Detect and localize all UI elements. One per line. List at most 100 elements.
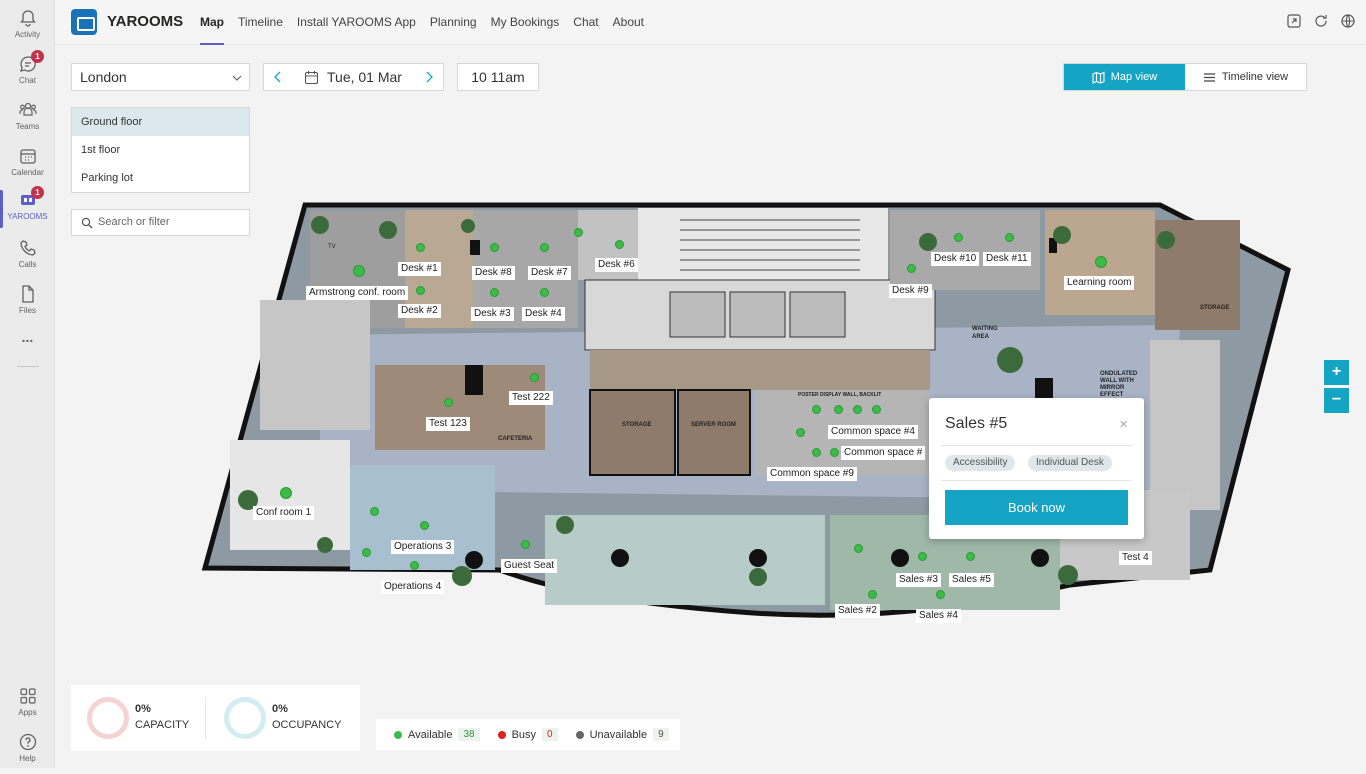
- floor-item-ground[interactable]: Ground floor: [72, 108, 249, 136]
- space-label[interactable]: Desk #9: [889, 284, 932, 298]
- space-label[interactable]: Sales #5: [949, 573, 994, 587]
- space-dot[interactable]: [868, 590, 877, 599]
- legend-count: 38: [458, 728, 480, 741]
- space-dot[interactable]: [1005, 233, 1014, 242]
- capacity-value: 0%: [135, 703, 151, 715]
- rail-apps[interactable]: Apps: [0, 682, 55, 728]
- timeline-view-button[interactable]: Timeline view: [1185, 64, 1306, 90]
- tab-about[interactable]: About: [606, 0, 651, 45]
- space-label[interactable]: Desk #8: [472, 266, 515, 280]
- space-dot[interactable]: [521, 540, 530, 549]
- space-dot[interactable]: [410, 561, 419, 570]
- space-dot[interactable]: [966, 552, 975, 561]
- popout-icon[interactable]: [1286, 13, 1302, 29]
- space-dot[interactable]: [530, 373, 539, 382]
- refresh-icon[interactable]: [1313, 13, 1329, 29]
- space-dot[interactable]: [280, 487, 292, 499]
- space-dot[interactable]: [872, 405, 881, 414]
- space-dot[interactable]: [830, 448, 839, 457]
- space-label[interactable]: Test 222: [509, 391, 553, 405]
- space-label[interactable]: Test 123: [426, 417, 470, 431]
- tab-install-app[interactable]: Install YAROOMS App: [290, 0, 423, 45]
- space-label[interactable]: Desk #11: [983, 252, 1031, 266]
- space-dot[interactable]: [574, 228, 583, 237]
- space-label[interactable]: Common space #: [841, 446, 926, 460]
- space-label[interactable]: Desk #7: [528, 266, 571, 280]
- space-dot[interactable]: [540, 288, 549, 297]
- space-label[interactable]: Test 4: [1119, 551, 1152, 565]
- book-now-button[interactable]: Book now: [945, 490, 1128, 525]
- space-label[interactable]: Operations 3: [391, 540, 455, 554]
- zoom-out-button[interactable]: −: [1324, 388, 1349, 413]
- space-dot[interactable]: [954, 233, 963, 242]
- legend-busy: Busy 0: [497, 728, 558, 741]
- space-dot[interactable]: [918, 552, 927, 561]
- rail-help[interactable]: Help: [0, 728, 55, 774]
- chevron-left-icon[interactable]: [271, 70, 285, 84]
- space-label[interactable]: Conf room 1: [253, 506, 315, 520]
- rail-yarooms[interactable]: YAROOMS 1: [0, 186, 55, 232]
- space-dot[interactable]: [615, 240, 624, 249]
- space-label[interactable]: Common space #9: [767, 467, 857, 481]
- time-select[interactable]: 10 11am: [457, 63, 539, 91]
- space-label[interactable]: Desk #1: [398, 262, 441, 276]
- rail-chat[interactable]: Chat 1: [0, 50, 55, 96]
- rail-calendar[interactable]: Calendar: [0, 142, 55, 188]
- space-dot[interactable]: [812, 405, 821, 414]
- rail-files[interactable]: Files: [0, 280, 55, 326]
- date-picker[interactable]: Tue, 01 Mar: [263, 63, 444, 91]
- rail-activity[interactable]: Activity: [0, 4, 55, 50]
- tab-my-bookings[interactable]: My Bookings: [484, 0, 567, 45]
- space-dot[interactable]: [1095, 256, 1107, 268]
- space-label[interactable]: Desk #2: [398, 304, 441, 318]
- space-dot[interactable]: [936, 590, 945, 599]
- space-dot[interactable]: [490, 243, 499, 252]
- space-dot[interactable]: [353, 265, 365, 277]
- space-label[interactable]: Guest Seat: [501, 559, 558, 573]
- space-label[interactable]: Desk #3: [471, 307, 514, 321]
- rail-label: Apps: [18, 708, 37, 717]
- location-select[interactable]: London: [71, 63, 250, 91]
- tab-map[interactable]: Map: [193, 0, 231, 45]
- space-label[interactable]: Armstrong conf. room: [306, 286, 409, 300]
- globe-icon[interactable]: [1340, 13, 1356, 29]
- chevron-right-icon[interactable]: [422, 70, 436, 84]
- space-label[interactable]: Desk #10: [931, 252, 980, 266]
- app-name: YAROOMS: [107, 13, 184, 30]
- space-dot[interactable]: [416, 243, 425, 252]
- space-dot[interactable]: [490, 288, 499, 297]
- legend-count: 9: [653, 728, 669, 741]
- tab-chat[interactable]: Chat: [566, 0, 605, 45]
- space-label[interactable]: Common space #4: [828, 425, 918, 439]
- space-label[interactable]: Sales #3: [896, 573, 941, 587]
- space-dot[interactable]: [834, 405, 843, 414]
- space-dot[interactable]: [907, 264, 916, 273]
- space-dot[interactable]: [362, 548, 371, 557]
- space-label[interactable]: Sales #2: [835, 604, 880, 618]
- rail-teams[interactable]: Teams: [0, 96, 55, 142]
- space-dot[interactable]: [796, 428, 805, 437]
- space-label[interactable]: Operations 4: [381, 580, 445, 594]
- space-label[interactable]: Desk #6: [595, 258, 638, 272]
- space-dot[interactable]: [854, 544, 863, 553]
- floor-item-parking[interactable]: Parking lot: [72, 164, 249, 192]
- phone-icon: [19, 240, 36, 256]
- space-dot[interactable]: [444, 398, 453, 407]
- tab-planning[interactable]: Planning: [423, 0, 484, 45]
- space-label[interactable]: Desk #4: [522, 307, 565, 321]
- legend-label: Available: [408, 728, 453, 741]
- space-label[interactable]: Learning room: [1064, 276, 1135, 290]
- floor-item-1st[interactable]: 1st floor: [72, 136, 249, 164]
- space-dot[interactable]: [540, 243, 549, 252]
- space-dot[interactable]: [370, 507, 379, 516]
- space-dot[interactable]: [812, 448, 821, 457]
- space-dot[interactable]: [853, 405, 862, 414]
- close-icon[interactable]: ×: [1119, 417, 1128, 432]
- space-label[interactable]: Sales #4: [916, 609, 961, 623]
- tab-timeline[interactable]: Timeline: [231, 0, 290, 45]
- map-view-button[interactable]: Map view: [1064, 64, 1185, 90]
- space-dot[interactable]: [420, 521, 429, 530]
- zoom-in-button[interactable]: +: [1324, 360, 1349, 385]
- rail-calls[interactable]: Calls: [0, 234, 55, 280]
- space-dot[interactable]: [416, 286, 425, 295]
